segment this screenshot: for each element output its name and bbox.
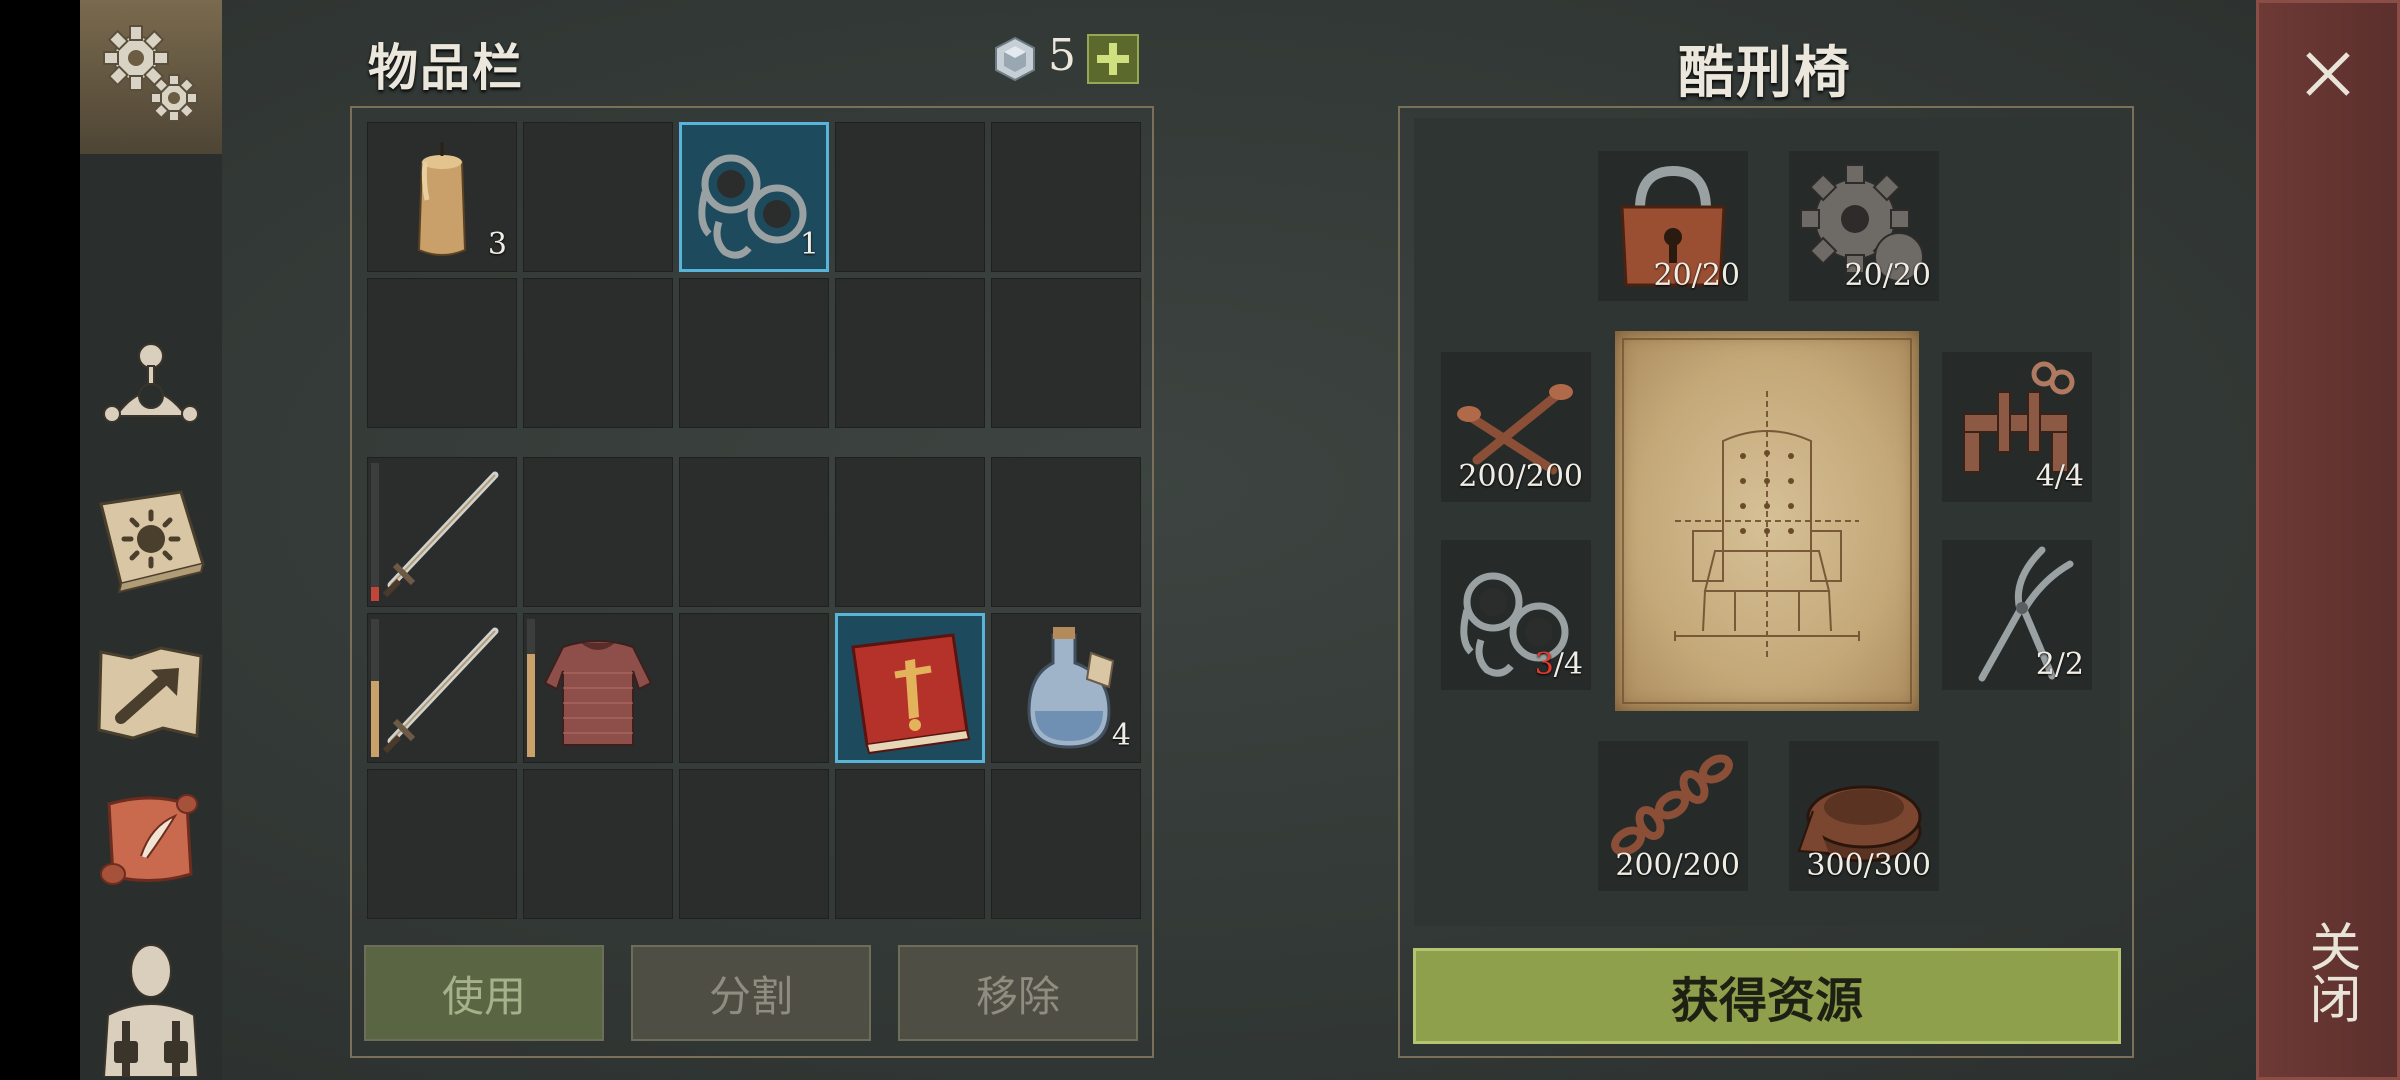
resource-need: 20 [1701, 258, 1740, 293]
resource-need: 4 [2064, 459, 2084, 494]
settings-button[interactable] [80, 0, 222, 154]
inventory-slot-red-book[interactable] [835, 613, 985, 763]
resource-count: 3/4 [1534, 647, 1583, 682]
item-count: 4 [1111, 718, 1131, 753]
inventory-slot-candle[interactable]: 3 [367, 122, 517, 272]
inventory-title: 物品栏 [368, 38, 524, 97]
resource-have: 3 [1534, 647, 1554, 682]
scroll-quest-icon [100, 794, 198, 885]
sword-icon [382, 471, 499, 598]
split-button[interactable]: 分割 [631, 945, 871, 1041]
item-count: 3 [487, 227, 507, 262]
sword-icon [382, 627, 499, 754]
resource-have: 300 [1806, 848, 1864, 883]
plus-icon [1097, 43, 1129, 75]
recipe-title: 酷刑椅 [1678, 40, 1852, 106]
inventory-slot-empty[interactable] [523, 278, 673, 428]
durability-bar [371, 463, 379, 601]
blueprint-drawing-icon [1622, 338, 1912, 704]
torture-chair-blueprint[interactable] [1615, 331, 1919, 711]
resource-have: 200 [1615, 848, 1673, 883]
chainmail-icon [543, 640, 653, 746]
get-resources-button[interactable]: 获得资源 [1413, 948, 2121, 1044]
resource-slot-nails[interactable]: 200/200 [1441, 352, 1591, 502]
resource-need: 4 [1563, 647, 1583, 682]
durability-bar [371, 619, 379, 757]
inventory-slot-empty[interactable] [367, 769, 517, 919]
gears-icon [103, 25, 198, 122]
resource-slot-leather[interactable]: 300/300 [1789, 741, 1939, 891]
item-count: 1 [799, 227, 819, 262]
resource-slot-chain[interactable]: 200/200 [1598, 741, 1748, 891]
inventory-slot-sword[interactable] [367, 613, 517, 763]
character-equipment-icon [102, 944, 200, 1077]
map-button[interactable] [80, 628, 222, 758]
sidebar [80, 0, 222, 1080]
gem-icon [995, 36, 1035, 82]
resource-need: 200 [1525, 459, 1583, 494]
quests-button[interactable] [80, 776, 222, 906]
inventory-slot-empty[interactable] [523, 457, 673, 607]
inventory-slot-empty[interactable] [991, 457, 1141, 607]
sun-book-icon [99, 490, 205, 594]
resource-count: 20/20 [1844, 258, 1931, 293]
inventory-slot-empty[interactable] [991, 769, 1141, 919]
inventory-slot-empty[interactable] [835, 278, 985, 428]
resource-count: 300/300 [1806, 848, 1931, 883]
add-gems-button[interactable] [1087, 34, 1139, 84]
inventory-slot-empty[interactable] [991, 122, 1141, 272]
resource-have: 20 [1653, 258, 1692, 293]
resource-slot-clamp[interactable]: 4/4 [1942, 352, 2092, 502]
resource-slot-pliers[interactable]: 2/2 [1942, 540, 2092, 690]
inventory-slot-empty[interactable] [835, 457, 985, 607]
inventory-slot-empty[interactable] [523, 122, 673, 272]
gem-count: 5 [1048, 30, 1076, 81]
inventory-slot-sword[interactable] [367, 457, 517, 607]
resource-have: 4 [2035, 459, 2055, 494]
resource-count: 200/200 [1615, 848, 1740, 883]
inventory-slot-empty[interactable] [835, 769, 985, 919]
inventory-slot-empty[interactable] [991, 278, 1141, 428]
resource-count: 200/200 [1458, 459, 1583, 494]
resource-have: 200 [1458, 459, 1516, 494]
resource-need: 200 [1682, 848, 1740, 883]
inventory-slot-empty[interactable] [367, 278, 517, 428]
resource-slot-gear[interactable]: 20/20 [1789, 151, 1939, 301]
journal-button[interactable] [80, 474, 222, 604]
red-book-icon [851, 633, 971, 755]
inventory-slot-empty[interactable] [835, 122, 985, 272]
inventory-slot-potion[interactable]: 4 [991, 613, 1141, 763]
character-button[interactable] [80, 934, 222, 1080]
close-label[interactable]: 关闭 [2300, 920, 2360, 1024]
resource-need: 2 [2064, 647, 2084, 682]
close-icon[interactable] [2300, 46, 2356, 102]
durability-bar [527, 619, 535, 757]
inventory-slot-empty[interactable] [679, 457, 829, 607]
resource-count: 2/2 [2035, 647, 2084, 682]
use-button[interactable]: 使用 [364, 945, 604, 1041]
inventory-slot-shackles[interactable]: 1 [679, 122, 829, 272]
resource-slot-shackles[interactable]: 3/4 [1441, 540, 1591, 690]
remove-button[interactable]: 移除 [898, 945, 1138, 1041]
map-icon [97, 646, 203, 740]
close-panel[interactable] [2256, 0, 2400, 1080]
resource-have: 20 [1844, 258, 1883, 293]
resource-count: 4/4 [2035, 459, 2084, 494]
resource-need: 300 [1873, 848, 1931, 883]
skills-button[interactable] [80, 318, 222, 448]
resource-need: 20 [1892, 258, 1931, 293]
resource-have: 2 [2035, 647, 2055, 682]
inventory-slot-empty[interactable] [523, 769, 673, 919]
inventory-slot-empty[interactable] [679, 613, 829, 763]
resource-slot-padlock[interactable]: 20/20 [1598, 151, 1748, 301]
inventory-slot-chainmail[interactable] [523, 613, 673, 763]
inventory-slot-empty[interactable] [679, 278, 829, 428]
character-skills-icon [103, 343, 199, 423]
inventory-slot-empty[interactable] [679, 769, 829, 919]
resource-count: 20/20 [1653, 258, 1740, 293]
